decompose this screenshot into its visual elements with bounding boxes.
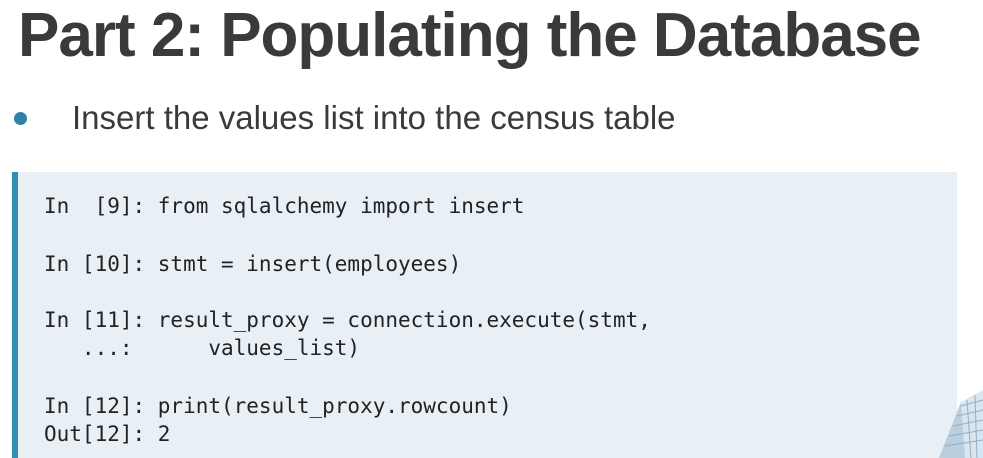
slide-title: Part 2: Populating the Database (18, 1, 922, 70)
bullet-item: Insert the values list into the census t… (14, 96, 676, 140)
code-line-in-11: In [11]: result_proxy = connection.execu… (44, 308, 651, 332)
code-line-in-9: In [9]: from sqlalchemy import insert (44, 194, 525, 218)
bullet-dot-icon (14, 111, 27, 125)
code-line-in-12: In [12]: print(result_proxy.rowcount) (44, 394, 512, 418)
slide: Part 2: Populating the Database Insert t… (0, 0, 983, 458)
code-block: In [9]: from sqlalchemy import insert In… (12, 172, 957, 458)
code-line-in-10: In [10]: stmt = insert(employees) (44, 252, 462, 276)
building-graphic-icon (939, 390, 983, 458)
code-line-out-12: Out[12]: 2 (44, 422, 171, 446)
code-line-continuation: ...: values_list) (44, 336, 361, 360)
bullet-text: Insert the values list into the census t… (72, 99, 676, 136)
